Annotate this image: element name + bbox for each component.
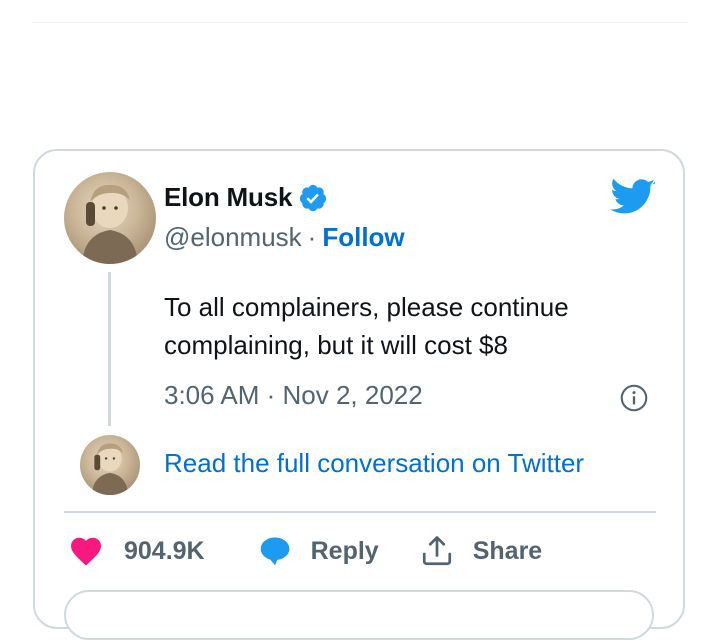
likes-count: 904.9K	[124, 536, 205, 565]
handle-separator: ·	[307, 222, 317, 252]
verified-badge-icon	[300, 184, 327, 211]
tweet-text: To all complainers, please continue comp…	[164, 292, 569, 360]
reply-bubble-icon	[260, 537, 290, 566]
thread-connector-line	[108, 272, 111, 426]
actions-divider	[64, 511, 656, 513]
follow-button[interactable]: Follow	[322, 222, 404, 253]
share-label: Share	[472, 536, 543, 565]
share-button[interactable]: Share	[419, 533, 542, 569]
author-avatar[interactable]	[64, 172, 156, 264]
twitter-bird-icon[interactable]	[610, 177, 656, 215]
tweet-timestamp[interactable]: 3:06 AM · Nov 2, 2022	[164, 380, 423, 411]
reply-button[interactable]: Reply	[257, 533, 379, 569]
heart-icon	[71, 537, 101, 566]
share-icon	[422, 536, 451, 566]
tweet-actions-bar: 904.9K Reply Share	[68, 530, 542, 572]
reply-label: Reply	[310, 536, 379, 565]
read-full-conversation-link[interactable]: Read the full conversation on Twitter	[164, 448, 584, 479]
top-divider	[32, 22, 688, 23]
read-replies-button[interactable]	[64, 590, 654, 640]
like-button[interactable]: 904.9K	[68, 533, 205, 569]
conversation-avatar[interactable]	[80, 435, 140, 495]
author-handle[interactable]: @elonmusk	[164, 222, 302, 253]
author-name[interactable]: Elon Musk	[164, 182, 292, 213]
info-icon[interactable]	[620, 384, 648, 412]
